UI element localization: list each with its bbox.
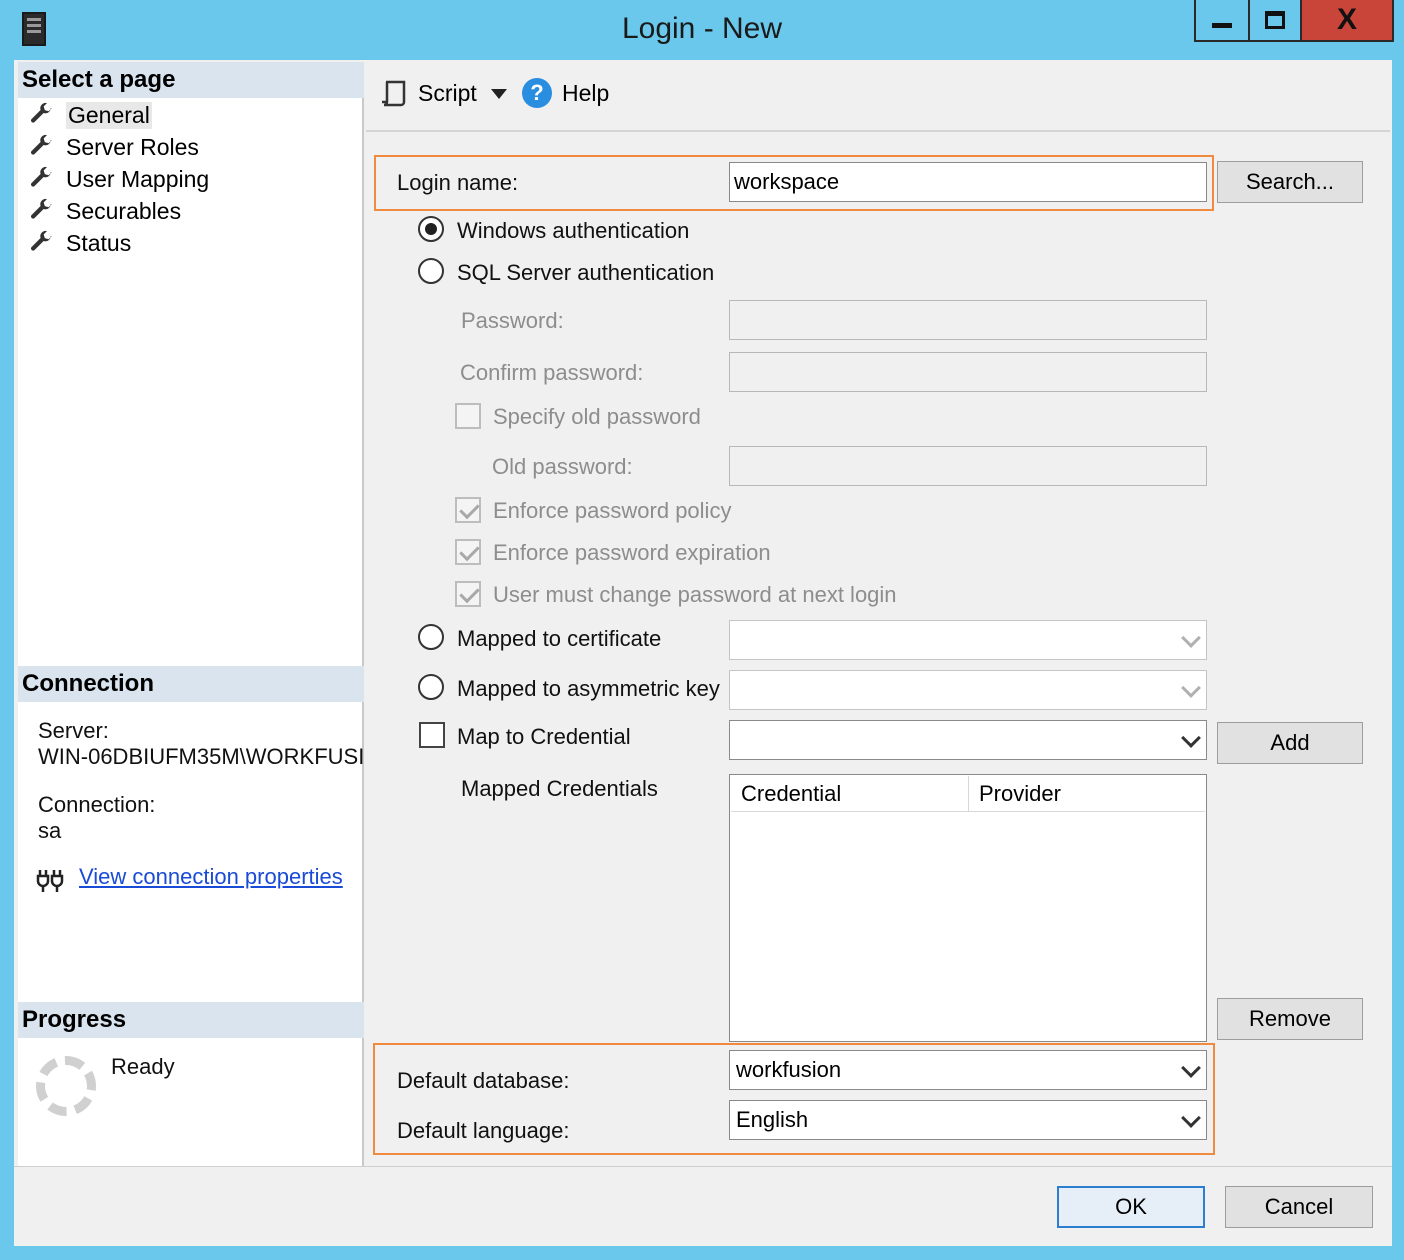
ok-button[interactable]: OK [1057,1186,1205,1228]
must-change-label: User must change password at next login [493,582,897,607]
progress-status: Ready [111,1054,175,1079]
mapped-credentials-label: Mapped Credentials [461,776,658,801]
default-database-label: Default database: [397,1068,570,1093]
cancel-button[interactable]: Cancel [1225,1186,1373,1228]
plug-icon [36,870,64,892]
sidebar-item-label: General [66,101,152,129]
default-language-value: English [736,1107,809,1132]
mapped-asym-key-radio[interactable] [418,674,444,700]
sidebar-item-server-roles[interactable]: Server Roles [28,132,199,162]
help-button[interactable]: ? Help [522,78,609,108]
maximize-button[interactable] [1248,0,1302,42]
default-language-dropdown[interactable]: English [729,1100,1207,1140]
minimize-button[interactable] [1194,0,1248,42]
confirm-password-label: Confirm password: [460,360,644,385]
enforce-expiration-checkbox [455,539,481,565]
chevron-down-icon [1181,728,1201,748]
add-button[interactable]: Add [1217,722,1363,764]
progress-spinner-icon [36,1056,96,1116]
enforce-policy-checkbox [455,497,481,523]
sidebar-item-label: Securables [66,197,182,224]
connection-label: Connection: [38,792,156,817]
close-icon: X [1336,3,1357,36]
view-connection-properties-link[interactable]: View connection properties [79,864,343,890]
remove-button[interactable]: Remove [1217,998,1363,1040]
sidebar-item-label: Server Roles [66,133,199,160]
script-label: Script [418,79,477,106]
windows-auth-label: Windows authentication [457,218,690,243]
toolbar [366,62,1390,132]
password-label: Password: [461,308,564,333]
search-button[interactable]: Search... [1217,161,1363,203]
wrench-icon [31,102,52,123]
login-name-input[interactable]: workspace [729,162,1207,202]
minimize-icon [1212,22,1232,28]
chevron-down-icon [1181,628,1201,648]
credential-dropdown[interactable] [729,720,1207,760]
help-icon: ? [522,78,552,108]
script-dropdown-icon[interactable] [490,88,508,100]
old-password-input [729,446,1207,486]
sidebar-item-securables[interactable]: Securables [28,196,181,226]
must-change-checkbox [455,581,481,607]
help-label: Help [562,79,610,106]
chevron-down-icon [1181,1108,1201,1128]
specify-old-password-checkbox [455,403,481,429]
mapped-certificate-radio[interactable] [418,624,444,650]
server-label: Server: [38,718,109,743]
confirm-password-input [729,352,1207,392]
maximize-icon [1265,11,1285,29]
sql-auth-radio[interactable] [418,258,444,284]
credentials-grid[interactable]: Credential Provider [729,774,1207,1042]
default-database-dropdown[interactable]: workfusion [729,1050,1207,1090]
password-input [729,300,1207,340]
server-value: WIN-06DBIUFM35M\WORKFUSI [38,744,364,769]
default-language-label: Default language: [397,1118,570,1143]
old-password-label: Old password: [492,454,633,479]
progress-header: Progress [18,1002,364,1038]
sidebar-item-label: User Mapping [66,165,210,192]
connection-header: Connection [18,666,364,702]
column-header-provider[interactable]: Provider [969,776,1205,812]
chevron-down-icon [1181,678,1201,698]
chevron-down-icon [1181,1058,1201,1078]
windows-auth-radio[interactable] [418,216,444,242]
map-credential-checkbox[interactable] [419,722,445,748]
column-header-credential[interactable]: Credential [731,776,969,812]
asym-key-dropdown [729,670,1207,710]
close-button[interactable]: X [1302,0,1394,42]
default-database-value: workfusion [736,1057,842,1082]
map-credential-label: Map to Credential [457,724,631,749]
sidebar-item-status[interactable]: Status [28,228,131,258]
script-button[interactable]: Script [380,78,477,108]
script-icon [382,80,406,107]
enforce-expiration-label: Enforce password expiration [493,540,771,565]
mapped-asym-key-label: Mapped to asymmetric key [457,676,720,701]
wrench-icon [31,230,52,251]
wrench-icon [31,166,52,187]
specify-old-password-label: Specify old password [493,404,701,429]
mapped-certificate-label: Mapped to certificate [457,626,662,651]
left-pane: Select a page General Server Roles User … [18,62,364,1166]
sidebar-item-label: Status [66,229,132,256]
certificate-dropdown [729,620,1207,660]
wrench-icon [31,198,52,219]
sidebar-item-user-mapping[interactable]: User Mapping [28,164,209,194]
sql-auth-label: SQL Server authentication [457,260,715,285]
enforce-policy-label: Enforce password policy [493,498,732,523]
connection-value: sa [38,818,62,843]
select-page-header: Select a page [18,62,364,98]
login-name-label: Login name: [397,170,519,195]
wrench-icon [31,134,52,155]
sidebar-item-general[interactable]: General [28,100,152,130]
